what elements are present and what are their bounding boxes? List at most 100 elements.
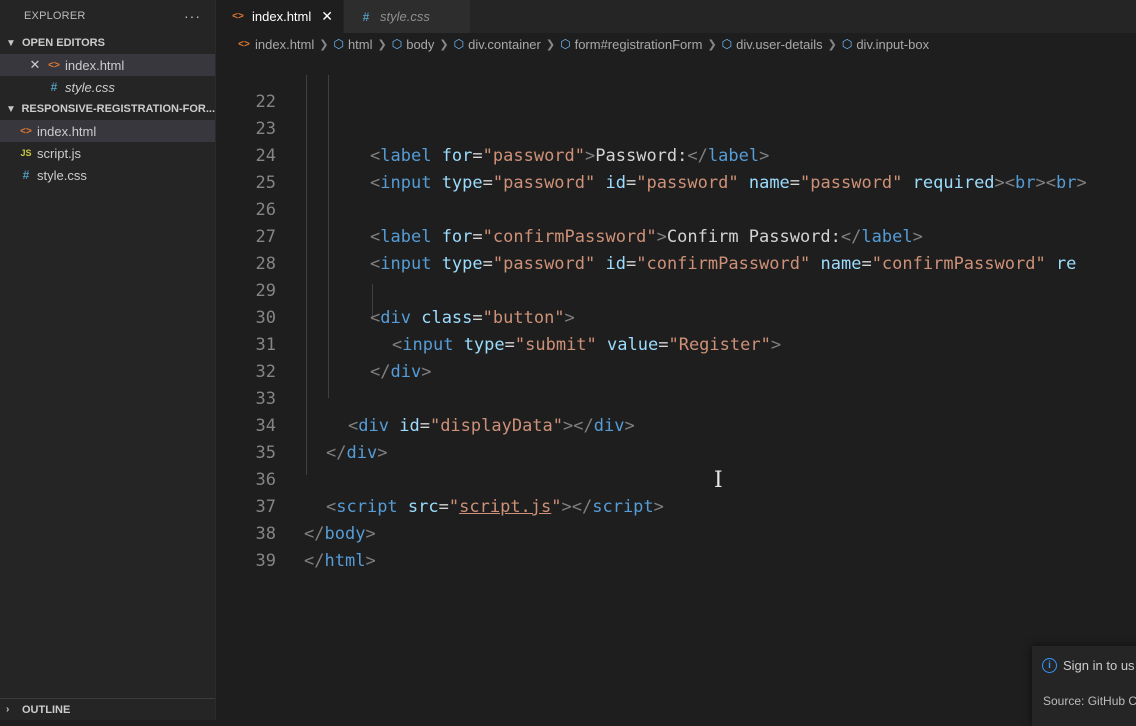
text-cursor-icon: I xyxy=(714,468,723,493)
code-line: 29 <div class="button"> xyxy=(216,251,575,328)
close-icon[interactable]: ✕ xyxy=(321,8,333,25)
chevron-down-icon: ▼ xyxy=(6,103,16,115)
tag-name: input xyxy=(380,254,432,274)
cube-icon: ⬡ xyxy=(453,37,465,51)
script-link[interactable]: script.js xyxy=(459,497,551,517)
breadcrumb-label: div.user-details xyxy=(736,36,823,52)
js-file-icon: JS xyxy=(20,148,32,158)
breadcrumb-label: body xyxy=(406,36,435,52)
tag-name: div xyxy=(593,416,625,436)
file-label: style.css xyxy=(37,167,87,183)
outline-label: OUTLINE xyxy=(22,703,71,716)
code-line: 26 <label for="confirmPassword">Confirm … xyxy=(216,170,923,247)
html-file-icon: <> xyxy=(238,38,250,50)
code-line: 37 </body> xyxy=(216,467,376,544)
tab-style-css[interactable]: # style.css xyxy=(343,0,471,33)
tag-name: input xyxy=(380,173,432,193)
attr-value: "password" xyxy=(492,173,596,193)
breadcrumb-item[interactable]: ⬡ body xyxy=(392,37,435,52)
css-file-icon: # xyxy=(22,168,30,182)
attr-name: src xyxy=(407,497,439,517)
attr-name: required xyxy=(912,173,995,193)
attr-name: name xyxy=(748,173,790,193)
breadcrumb-item[interactable]: ⬡ html xyxy=(333,37,372,52)
tag-name: div xyxy=(346,443,378,463)
chevron-right-icon: ❯ xyxy=(439,38,449,51)
chevron-right-icon: ❯ xyxy=(319,38,329,51)
tab-label: index.html xyxy=(252,9,312,24)
tag-name: html xyxy=(324,551,366,571)
open-editor-item-style-css[interactable]: # style.css xyxy=(0,76,215,98)
tag-name: br xyxy=(1056,173,1077,193)
tab-index-html[interactable]: <> index.html ✕ xyxy=(216,0,344,33)
file-label: script.js xyxy=(37,145,82,161)
tag-name: script xyxy=(592,497,654,517)
breadcrumb-item[interactable]: <> index.html xyxy=(236,37,314,52)
code-line: 38 </html> xyxy=(216,494,376,571)
code-line: 27 <input type="password" id="confirmPas… xyxy=(216,197,1077,274)
open-editor-item-index-html[interactable]: ✕ <> index.html xyxy=(0,54,215,76)
html-file-icon: <> xyxy=(48,59,60,71)
tag-name: label xyxy=(707,146,760,166)
attr-value: "password" xyxy=(482,146,586,166)
code-line: 39 xyxy=(216,521,276,571)
line-number: 39 xyxy=(255,551,276,571)
tag-name: label xyxy=(380,227,432,247)
close-icon[interactable]: ✕ xyxy=(26,57,44,73)
breadcrumb-item[interactable]: ⬡ form#registrationForm xyxy=(560,37,702,52)
code-line: 31 </div> xyxy=(216,305,432,382)
outline-section[interactable]: › OUTLINE xyxy=(0,698,215,720)
tag-name: script xyxy=(336,497,398,517)
file-item-index-html[interactable]: <> index.html xyxy=(0,120,215,142)
code-line: 36 <script src="script.js"></script> xyxy=(216,440,664,517)
sign-in-notification[interactable]: i Sign in to us Source: GitHub Co xyxy=(1032,646,1136,726)
code-editor[interactable]: 22 23 <label for="password">Password:</l… xyxy=(216,62,1136,720)
more-actions-icon[interactable]: ··· xyxy=(184,8,201,24)
chevron-right-icon: ❯ xyxy=(827,38,837,51)
breadcrumb-label: div.input-box xyxy=(856,36,930,52)
breadcrumb: <> index.html ❯ ⬡ html ❯ ⬡ body ❯ ⬡ div.… xyxy=(216,33,1136,55)
cube-icon: ⬡ xyxy=(333,37,344,51)
open-editors-section[interactable]: ▼ OPEN EDITORS xyxy=(0,32,215,54)
attr-name: type xyxy=(441,254,483,274)
notification-title: i Sign in to us xyxy=(1042,658,1135,673)
attr-value: "Register" xyxy=(668,335,771,355)
breadcrumb-item[interactable]: ⬡ div.container xyxy=(454,37,541,52)
cube-icon: ⬡ xyxy=(391,37,403,51)
file-item-style-css[interactable]: # style.css xyxy=(0,164,215,186)
code-line: 30 <input type="submit" value="Register"… xyxy=(216,278,782,355)
tag-name: input xyxy=(402,335,454,355)
cube-icon: ⬡ xyxy=(560,37,571,51)
open-editor-label: style.css xyxy=(65,79,115,95)
attr-value: "password" xyxy=(636,173,739,193)
tag-name: br xyxy=(1015,173,1036,193)
attr-value: "confirmPassword" xyxy=(482,227,657,247)
project-folder-section[interactable]: ▼ RESPONSIVE-REGISTRATION-FOR... xyxy=(0,98,215,120)
chevron-right-icon: ❯ xyxy=(377,38,387,51)
code-line: 35 xyxy=(216,413,276,463)
tag-name: label xyxy=(380,146,432,166)
explorer-title: EXPLORER xyxy=(24,10,86,22)
notification-text: Sign in to us xyxy=(1063,658,1135,673)
breadcrumb-item[interactable]: ⬡ div.user-details xyxy=(722,37,823,52)
code-line: 24 <input type="password" id="password" … xyxy=(216,116,1087,193)
code-line: 32 xyxy=(216,332,276,382)
project-folder-label: RESPONSIVE-REGISTRATION-FOR... xyxy=(21,103,215,115)
tag-name: label xyxy=(861,227,913,247)
attr-name: type xyxy=(441,173,483,193)
attr-name: value xyxy=(607,335,659,355)
attr-value: "confirmPassword" xyxy=(871,254,1046,274)
chevron-down-icon: ▼ xyxy=(6,37,16,49)
indent-guide xyxy=(328,75,329,398)
code-line: 34 </div> xyxy=(216,386,388,463)
css-file-icon: # xyxy=(362,9,370,24)
breadcrumb-item[interactable]: ⬡ div.input-box xyxy=(842,37,929,52)
explorer-header: EXPLORER ··· xyxy=(0,0,215,32)
file-label: index.html xyxy=(37,123,97,139)
breadcrumb-label: html xyxy=(347,36,373,52)
file-item-script-js[interactable]: JS script.js xyxy=(0,142,215,164)
info-icon: i xyxy=(1042,658,1057,673)
attr-name: id xyxy=(605,173,626,193)
label-text: Confirm Password: xyxy=(666,227,841,247)
attr-value: "confirmPassword" xyxy=(636,254,811,274)
